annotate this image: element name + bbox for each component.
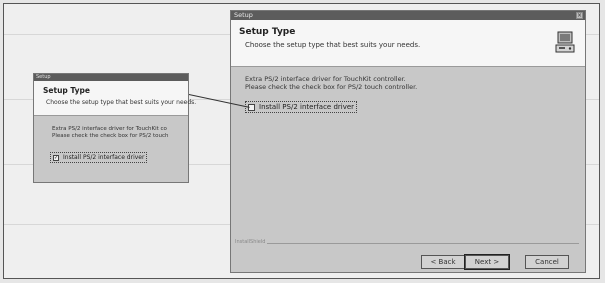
page-subtitle: Choose the setup type that best suits yo… bbox=[245, 41, 421, 49]
install-ps2-option[interactable]: Install PS/2 interface driver bbox=[245, 101, 358, 113]
page-subtitle: Choose the setup type that best suits yo… bbox=[46, 99, 197, 106]
description-line: Please check the check box for PS/2 touc… bbox=[245, 83, 418, 91]
dialog-header: Setup Type Choose the setup type that be… bbox=[231, 20, 585, 67]
description-line: Please check the check box for PS/2 touc… bbox=[52, 133, 169, 139]
title-bar: Setup × bbox=[231, 11, 585, 20]
window-title: Setup bbox=[234, 11, 253, 19]
driver-description: Extra PS/2 interface driver for TouchKit… bbox=[245, 75, 417, 91]
close-button[interactable]: × bbox=[576, 12, 583, 19]
checkbox-label: Install PS/2 interface driver bbox=[259, 103, 355, 111]
dialog-header: Setup Type Choose the setup type that be… bbox=[34, 81, 196, 116]
next-button[interactable]: Next > bbox=[464, 254, 510, 270]
page-title: Setup Type bbox=[43, 86, 90, 95]
description-line: Extra PS/2 interface driver for TouchKit… bbox=[52, 126, 167, 132]
setup-dialog-main: Setup × Setup Type Choose the setup type… bbox=[230, 10, 586, 273]
description-line: Extra PS/2 interface driver for TouchKit… bbox=[245, 75, 406, 83]
install-ps2-checkbox[interactable]: ✓ bbox=[53, 154, 59, 161]
title-bar: Setup bbox=[34, 74, 188, 81]
page-title: Setup Type bbox=[239, 27, 296, 37]
back-button[interactable]: < Back bbox=[421, 255, 465, 269]
footer-divider bbox=[237, 243, 579, 244]
window-title: Setup bbox=[36, 74, 51, 80]
setup-dialog-inset: Setup Setup Type Choose the setup type t… bbox=[33, 73, 196, 183]
install-ps2-option[interactable]: ✓ Install PS/2 interface driver bbox=[50, 152, 148, 163]
installshield-tag: InstallShield bbox=[235, 239, 268, 245]
setup-computer-icon bbox=[555, 31, 575, 53]
cancel-button[interactable]: Cancel bbox=[525, 255, 569, 269]
checkbox-label: Install PS/2 interface driver bbox=[63, 154, 145, 161]
driver-description: Extra PS/2 interface driver for TouchKit… bbox=[52, 126, 169, 140]
